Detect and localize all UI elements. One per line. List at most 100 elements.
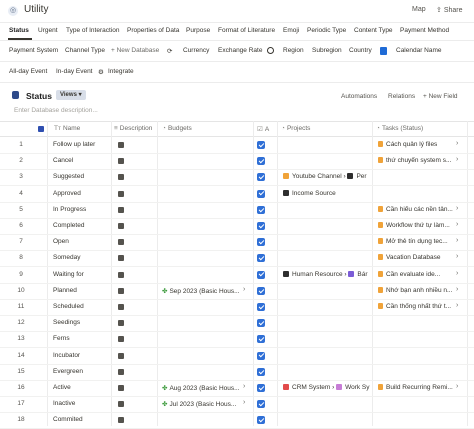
projects-relation[interactable]: Human Resource › Bár: [283, 270, 371, 278]
description-doc-icon[interactable]: [118, 385, 124, 391]
chevron-right-icon[interactable]: ›: [243, 383, 245, 390]
table-row[interactable]: 18 Commited: [0, 412, 474, 429]
active-checkbox[interactable]: [257, 286, 265, 295]
chevron-right-icon[interactable]: ›: [456, 205, 458, 212]
row-name[interactable]: Approved: [53, 190, 108, 197]
row-name[interactable]: Suggested: [53, 173, 108, 180]
row-name[interactable]: Open: [53, 238, 108, 245]
task-relation[interactable]: Build Recurring Remi...: [378, 384, 458, 391]
row-name[interactable]: Scheduled: [53, 303, 108, 310]
description-doc-icon[interactable]: [118, 287, 124, 294]
chevron-right-icon[interactable]: ›: [243, 286, 245, 293]
chevron-right-icon[interactable]: ›: [456, 383, 458, 390]
active-checkbox[interactable]: [257, 157, 265, 166]
row-name[interactable]: In Progress: [53, 206, 108, 213]
description-doc-icon[interactable]: [118, 336, 124, 343]
budget-relation[interactable]: ✤ Jul 2023 (Basic Hous...: [162, 400, 250, 408]
chevron-right-icon[interactable]: ›: [456, 156, 458, 163]
tab-payment-method[interactable]: Payment Method: [400, 27, 449, 34]
relations-button[interactable]: Relations: [388, 93, 415, 100]
column-header-tasks[interactable]: ◔ Tasks (Status): [376, 125, 423, 132]
table-row[interactable]: 16 Active ✤ Aug 2023 (Basic Hous... › CRM Sys…: [0, 380, 474, 397]
table-row[interactable]: 15 Evergreen: [0, 364, 474, 381]
description-doc-icon[interactable]: [118, 304, 124, 310]
chevron-right-icon[interactable]: ›: [456, 270, 458, 277]
tab-in-day-event[interactable]: In-day Event: [56, 68, 93, 75]
table-row[interactable]: 17 Inactive ✤ Jul 2023 (Basic Hous... ›: [0, 396, 474, 414]
database-description-input[interactable]: Enter Database description...: [14, 107, 98, 114]
projects-relation[interactable]: CRM System › Work Sy: [283, 384, 371, 391]
description-doc-icon[interactable]: [118, 142, 124, 148]
table-row[interactable]: 3 Suggested Youtube Channel › Per: [0, 169, 474, 187]
chevron-right-icon[interactable]: ›: [456, 140, 458, 147]
chevron-right-icon[interactable]: ›: [456, 253, 458, 260]
table-row[interactable]: 5 In Progress Cần hiểu các nền tản... ›: [0, 202, 474, 219]
tab-calendar-name[interactable]: Calendar Name: [396, 47, 442, 54]
active-checkbox[interactable]: [257, 205, 265, 214]
automations-button[interactable]: Automations: [341, 93, 377, 100]
table-row[interactable]: 4 Approved Income Source: [0, 186, 474, 203]
description-doc-icon[interactable]: [118, 320, 124, 327]
task-relation[interactable]: Cần thống nhất thứ t...: [378, 303, 458, 310]
task-relation[interactable]: Nhớ bạn anh nhiều n...: [378, 286, 458, 294]
row-name[interactable]: Inactive: [53, 400, 108, 407]
task-relation[interactable]: Cần evaluate ide...: [378, 270, 458, 278]
tab-purpose[interactable]: Purpose: [186, 27, 210, 34]
task-relation[interactable]: Mở thẻ tín dụng tec...: [378, 238, 458, 245]
description-doc-icon[interactable]: [118, 417, 124, 424]
tab-properties-of-data[interactable]: Properties of Data: [127, 27, 179, 34]
table-row[interactable]: 14 Incubator: [0, 348, 474, 365]
task-relation[interactable]: Cách quản lý files: [378, 141, 458, 148]
row-name[interactable]: Evergreen: [53, 368, 108, 375]
table-row[interactable]: 1 Follow up later Cách quản lý files ›: [0, 137, 474, 154]
table-row[interactable]: 10 Planned ✤ Sep 2023 (Basic Hous... › Nhớ bạ…: [0, 283, 474, 300]
active-checkbox[interactable]: [257, 189, 265, 198]
tab-region[interactable]: Region: [283, 47, 304, 54]
table-row[interactable]: 13 Ferns: [0, 331, 474, 349]
active-checkbox[interactable]: [257, 384, 265, 392]
row-name[interactable]: Someday: [53, 254, 108, 261]
active-checkbox[interactable]: [257, 238, 265, 247]
tab-urgent[interactable]: Urgent: [38, 27, 58, 34]
row-name[interactable]: Waiting for: [53, 271, 108, 278]
chevron-right-icon[interactable]: ›: [456, 286, 458, 293]
tab-content-type[interactable]: Content Type: [354, 27, 393, 34]
active-checkbox[interactable]: [257, 270, 265, 279]
row-name[interactable]: Commited: [53, 416, 108, 423]
column-header-projects[interactable]: ◔ Projects: [281, 125, 310, 132]
row-name[interactable]: Active: [53, 384, 108, 391]
tab-payment-system[interactable]: Payment System: [9, 47, 58, 54]
tab-emoji[interactable]: Emoji: [283, 27, 299, 34]
description-doc-icon[interactable]: [118, 401, 124, 408]
select-all-checkbox[interactable]: [38, 126, 44, 132]
chevron-right-icon[interactable]: ›: [456, 302, 458, 309]
active-checkbox[interactable]: [257, 222, 265, 230]
tab-status[interactable]: Status: [9, 27, 29, 34]
description-doc-icon[interactable]: [118, 174, 124, 181]
active-checkbox[interactable]: [257, 254, 265, 263]
projects-relation[interactable]: Income Source: [283, 189, 371, 197]
description-doc-icon[interactable]: [118, 352, 124, 359]
task-relation[interactable]: Workflow thứ tự làm...: [378, 222, 458, 229]
active-checkbox[interactable]: [257, 319, 265, 328]
row-name[interactable]: Follow up later: [53, 141, 108, 148]
active-checkbox[interactable]: [257, 400, 265, 409]
active-checkbox[interactable]: [257, 303, 265, 311]
tab-periodic-type[interactable]: Periodic Type: [307, 27, 346, 34]
column-header-active[interactable]: ☑ A: [257, 125, 269, 133]
description-doc-icon[interactable]: [118, 223, 124, 229]
active-checkbox[interactable]: [257, 416, 265, 425]
budget-relation[interactable]: ✤ Aug 2023 (Basic Hous...: [162, 384, 250, 392]
table-row[interactable]: 7 Open Mở thẻ tín dụng tec... ›: [0, 234, 474, 252]
tab-exchange-rate[interactable]: Exchange Rate: [218, 47, 262, 54]
description-doc-icon[interactable]: [118, 368, 124, 375]
active-checkbox[interactable]: [257, 141, 265, 149]
tab-integrate[interactable]: Integrate: [108, 68, 134, 75]
row-name[interactable]: Cancel: [53, 157, 108, 164]
table-row[interactable]: 12 Seedings: [0, 315, 474, 333]
description-doc-icon[interactable]: [118, 158, 124, 165]
description-doc-icon[interactable]: [118, 206, 124, 213]
tab-currency[interactable]: Currency: [183, 47, 209, 54]
chevron-right-icon[interactable]: ›: [243, 399, 245, 406]
row-name[interactable]: Completed: [53, 222, 108, 229]
